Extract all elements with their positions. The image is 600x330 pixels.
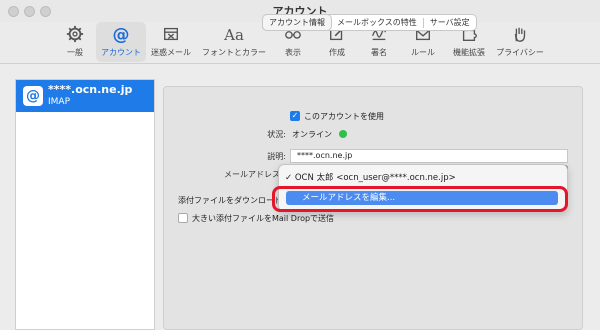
- toolbar-fonts[interactable]: Aa フォントとカラー: [198, 22, 270, 62]
- menu-item-current-address[interactable]: ✓ OCN 太郎 <ocn_user@****.ocn.ne.jp>: [285, 171, 456, 183]
- download-attachments-label: 添付ファイルをダウンロード: [178, 196, 282, 205]
- account-at-icon: @: [23, 86, 43, 106]
- email-label: メールアドレス: [224, 170, 280, 179]
- status-value: オンライン: [292, 130, 332, 139]
- at-icon: @: [112, 25, 130, 45]
- description-label: 説明:: [267, 152, 286, 161]
- toolbar-junk[interactable]: 迷惑メール: [150, 22, 192, 62]
- mail-drop-checkbox[interactable]: [178, 213, 188, 223]
- enable-account-checkbox[interactable]: ✓: [290, 111, 300, 121]
- account-list: @ ****.ocn.ne.jp IMAP: [15, 79, 155, 330]
- settings-tabs: アカウント情報 メールボックスの特性 サーバ設定: [262, 14, 477, 31]
- hand-icon: [494, 25, 546, 47]
- status-label: 状況:: [267, 130, 286, 139]
- mail-drop-label: 大きい添付ファイルをMail Dropで送信: [192, 214, 335, 223]
- highlight-annotation: [272, 186, 568, 212]
- description-field[interactable]: ****.ocn.ne.jp: [290, 149, 568, 163]
- gear-icon: [58, 25, 92, 47]
- preferences-window: アカウント 一般 @ アカウント 迷惑メール Aa フォントとカラー 表示 作成…: [0, 0, 600, 330]
- status-online-dot: [339, 130, 347, 138]
- tab-mailbox-behaviors[interactable]: メールボックスの特性: [331, 15, 423, 30]
- tab-server-settings[interactable]: サーバ設定: [424, 15, 476, 30]
- tab-account-info[interactable]: アカウント情報: [263, 15, 331, 30]
- toolbar-accounts[interactable]: @ アカウント: [96, 22, 146, 62]
- account-row[interactable]: @ ****.ocn.ne.jp IMAP: [16, 80, 154, 112]
- account-type: IMAP: [48, 97, 71, 107]
- toolbar-general[interactable]: 一般: [58, 22, 92, 62]
- junk-icon: [150, 25, 192, 47]
- toolbar-privacy[interactable]: プライバシー: [494, 22, 546, 62]
- font-icon: Aa: [224, 26, 244, 44]
- enable-account-label: このアカウントを使用: [304, 112, 384, 121]
- account-name: ****.ocn.ne.jp: [48, 83, 133, 96]
